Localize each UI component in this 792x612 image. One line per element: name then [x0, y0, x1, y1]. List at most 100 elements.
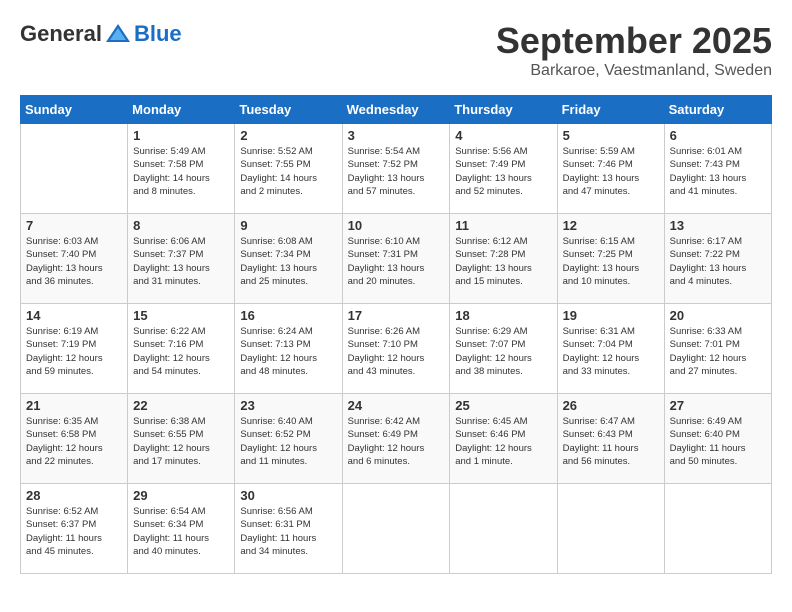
calendar-cell: 11 Sunrise: 6:12 AM Sunset: 7:28 PM Dayli…: [450, 214, 557, 304]
logo-icon: [104, 20, 132, 48]
calendar-cell: [450, 484, 557, 574]
calendar-cell: 8 Sunrise: 6:06 AM Sunset: 7:37 PM Daylig…: [128, 214, 235, 304]
day-number: 18: [455, 308, 551, 323]
day-header-friday: Friday: [557, 96, 664, 124]
day-number: 16: [240, 308, 336, 323]
calendar-cell: 18 Sunrise: 6:29 AM Sunset: 7:07 PM Dayli…: [450, 304, 557, 394]
day-header-monday: Monday: [128, 96, 235, 124]
day-number: 5: [563, 128, 659, 143]
day-info: Sunrise: 5:54 AM Sunset: 7:52 PM Dayligh…: [348, 145, 445, 198]
calendar-cell: 22 Sunrise: 6:38 AM Sunset: 6:55 PM Dayli…: [128, 394, 235, 484]
day-info: Sunrise: 6:26 AM Sunset: 7:10 PM Dayligh…: [348, 325, 445, 378]
calendar-cell: 25 Sunrise: 6:45 AM Sunset: 6:46 PM Dayli…: [450, 394, 557, 484]
calendar-table: SundayMondayTuesdayWednesdayThursdayFrid…: [20, 95, 772, 574]
day-info: Sunrise: 6:47 AM Sunset: 6:43 PM Dayligh…: [563, 415, 659, 468]
calendar-cell: 4 Sunrise: 5:56 AM Sunset: 7:49 PM Daylig…: [450, 124, 557, 214]
day-number: 12: [563, 218, 659, 233]
day-number: 2: [240, 128, 336, 143]
day-info: Sunrise: 6:12 AM Sunset: 7:28 PM Dayligh…: [455, 235, 551, 288]
day-info: Sunrise: 6:15 AM Sunset: 7:25 PM Dayligh…: [563, 235, 659, 288]
logo-blue-text: Blue: [134, 21, 182, 47]
day-number: 23: [240, 398, 336, 413]
day-header-thursday: Thursday: [450, 96, 557, 124]
calendar-cell: 27 Sunrise: 6:49 AM Sunset: 6:40 PM Dayli…: [664, 394, 771, 484]
day-number: 27: [670, 398, 766, 413]
day-number: 7: [26, 218, 122, 233]
week-row-4: 21Sunrise: 6:35 AM Sunset: 6:58 PM Dayli…: [21, 394, 772, 484]
logo-general-text: General: [20, 21, 102, 47]
calendar-cell: [557, 484, 664, 574]
day-info: Sunrise: 6:03 AM Sunset: 7:40 PM Dayligh…: [26, 235, 122, 288]
calendar-cell: 19Sunrise: 6:31 AM Sunset: 7:04 PM Dayli…: [557, 304, 664, 394]
week-row-5: 28 Sunrise: 6:52 AM Sunset: 6:37 PM Dayli…: [21, 484, 772, 574]
day-info: Sunrise: 6:31 AM Sunset: 7:04 PM Dayligh…: [563, 325, 659, 378]
calendar-cell: 14 Sunrise: 6:19 AM Sunset: 7:19 PM Dayli…: [21, 304, 128, 394]
calendar-cell: [664, 484, 771, 574]
day-number: 15: [133, 308, 229, 323]
day-number: 30: [240, 488, 336, 503]
day-info: Sunrise: 6:19 AM Sunset: 7:19 PM Dayligh…: [26, 325, 122, 378]
day-number: 9: [240, 218, 336, 233]
calendar-cell: 1Sunrise: 5:49 AM Sunset: 7:58 PM Daylig…: [128, 124, 235, 214]
location-text: Barkaroe, Vaestmanland, Sweden: [496, 62, 772, 80]
day-info: Sunrise: 6:17 AM Sunset: 7:22 PM Dayligh…: [670, 235, 766, 288]
day-number: 3: [348, 128, 445, 143]
calendar-cell: 6 Sunrise: 6:01 AM Sunset: 7:43 PM Daylig…: [664, 124, 771, 214]
calendar-cell: 2 Sunrise: 5:52 AM Sunset: 7:55 PM Daylig…: [235, 124, 342, 214]
day-info: Sunrise: 5:56 AM Sunset: 7:49 PM Dayligh…: [455, 145, 551, 198]
day-info: Sunrise: 6:56 AM Sunset: 6:31 PM Dayligh…: [240, 505, 336, 558]
day-info: Sunrise: 5:52 AM Sunset: 7:55 PM Dayligh…: [240, 145, 336, 198]
week-row-3: 14 Sunrise: 6:19 AM Sunset: 7:19 PM Dayli…: [21, 304, 772, 394]
calendar-cell: 28 Sunrise: 6:52 AM Sunset: 6:37 PM Dayli…: [21, 484, 128, 574]
day-header-wednesday: Wednesday: [342, 96, 450, 124]
day-number: 11: [455, 218, 551, 233]
calendar-cell: 5Sunrise: 5:59 AM Sunset: 7:46 PM Daylig…: [557, 124, 664, 214]
day-info: Sunrise: 6:06 AM Sunset: 7:37 PM Dayligh…: [133, 235, 229, 288]
calendar-cell: 13 Sunrise: 6:17 AM Sunset: 7:22 PM Dayli…: [664, 214, 771, 304]
day-header-sunday: Sunday: [21, 96, 128, 124]
day-info: Sunrise: 6:40 AM Sunset: 6:52 PM Dayligh…: [240, 415, 336, 468]
calendar-cell: [342, 484, 450, 574]
calendar-cell: 16Sunrise: 6:24 AM Sunset: 7:13 PM Dayli…: [235, 304, 342, 394]
day-info: Sunrise: 6:22 AM Sunset: 7:16 PM Dayligh…: [133, 325, 229, 378]
calendar-cell: 21Sunrise: 6:35 AM Sunset: 6:58 PM Dayli…: [21, 394, 128, 484]
day-number: 13: [670, 218, 766, 233]
day-number: 25: [455, 398, 551, 413]
calendar-cell: 24 Sunrise: 6:42 AM Sunset: 6:49 PM Dayli…: [342, 394, 450, 484]
days-header-row: SundayMondayTuesdayWednesdayThursdayFrid…: [21, 96, 772, 124]
day-number: 4: [455, 128, 551, 143]
week-row-2: 7 Sunrise: 6:03 AM Sunset: 7:40 PM Daylig…: [21, 214, 772, 304]
day-info: Sunrise: 6:08 AM Sunset: 7:34 PM Dayligh…: [240, 235, 336, 288]
calendar-cell: 15 Sunrise: 6:22 AM Sunset: 7:16 PM Dayli…: [128, 304, 235, 394]
calendar-cell: 3 Sunrise: 5:54 AM Sunset: 7:52 PM Daylig…: [342, 124, 450, 214]
day-header-saturday: Saturday: [664, 96, 771, 124]
day-info: Sunrise: 6:33 AM Sunset: 7:01 PM Dayligh…: [670, 325, 766, 378]
day-info: Sunrise: 6:42 AM Sunset: 6:49 PM Dayligh…: [348, 415, 445, 468]
day-info: Sunrise: 6:54 AM Sunset: 6:34 PM Dayligh…: [133, 505, 229, 558]
day-number: 21: [26, 398, 122, 413]
day-number: 10: [348, 218, 445, 233]
day-info: Sunrise: 6:01 AM Sunset: 7:43 PM Dayligh…: [670, 145, 766, 198]
logo: General Blue: [20, 20, 182, 48]
month-title: September 2025: [496, 20, 772, 62]
calendar-cell: 9 Sunrise: 6:08 AM Sunset: 7:34 PM Daylig…: [235, 214, 342, 304]
day-number: 14: [26, 308, 122, 323]
day-number: 29: [133, 488, 229, 503]
calendar-cell: 23 Sunrise: 6:40 AM Sunset: 6:52 PM Dayli…: [235, 394, 342, 484]
day-number: 17: [348, 308, 445, 323]
calendar-cell: 30 Sunrise: 6:56 AM Sunset: 6:31 PM Dayli…: [235, 484, 342, 574]
day-number: 26: [563, 398, 659, 413]
page-header: General Blue September 2025 Barkaroe, Va…: [20, 20, 772, 80]
day-number: 28: [26, 488, 122, 503]
day-number: 8: [133, 218, 229, 233]
calendar-cell: 29 Sunrise: 6:54 AM Sunset: 6:34 PM Dayli…: [128, 484, 235, 574]
day-info: Sunrise: 6:45 AM Sunset: 6:46 PM Dayligh…: [455, 415, 551, 468]
day-info: Sunrise: 6:29 AM Sunset: 7:07 PM Dayligh…: [455, 325, 551, 378]
day-number: 6: [670, 128, 766, 143]
day-info: Sunrise: 6:49 AM Sunset: 6:40 PM Dayligh…: [670, 415, 766, 468]
day-number: 22: [133, 398, 229, 413]
day-info: Sunrise: 6:38 AM Sunset: 6:55 PM Dayligh…: [133, 415, 229, 468]
calendar-cell: 10Sunrise: 6:10 AM Sunset: 7:31 PM Dayli…: [342, 214, 450, 304]
day-number: 24: [348, 398, 445, 413]
day-info: Sunrise: 6:52 AM Sunset: 6:37 PM Dayligh…: [26, 505, 122, 558]
